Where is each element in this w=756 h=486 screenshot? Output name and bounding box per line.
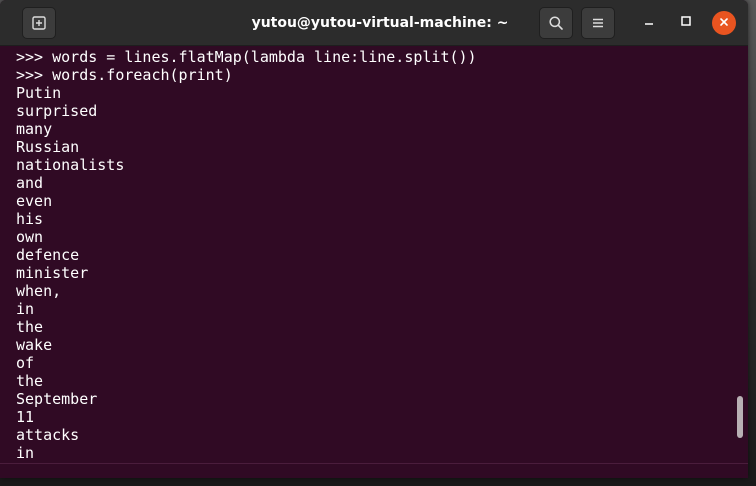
- close-button[interactable]: [712, 11, 736, 35]
- terminal-line: and: [16, 174, 44, 192]
- minimize-icon: [643, 14, 655, 32]
- scrollbar-thumb[interactable]: [737, 396, 743, 438]
- window-title: yutou@yutou-virtual-machine: ~: [251, 15, 509, 31]
- close-icon: [719, 14, 729, 32]
- search-button[interactable]: [539, 7, 573, 39]
- new-tab-icon: [31, 15, 47, 31]
- terminal-line: many: [16, 120, 53, 138]
- terminal-line: of: [16, 354, 35, 372]
- terminal-line: Putin: [16, 84, 62, 102]
- terminal-output[interactable]: >>> words = lines.flatMap(lambda line:li…: [0, 46, 748, 478]
- terminal-line: the: [16, 318, 44, 336]
- terminal-line: attacks: [16, 426, 80, 444]
- terminal-line: September: [16, 390, 98, 408]
- terminal-line: wake: [16, 336, 53, 354]
- terminal-window: yutou@yutou-virtual-machine: ~ >>> words…: [0, 0, 748, 478]
- maximize-button[interactable]: [674, 11, 698, 35]
- hamburger-menu-icon: [590, 15, 606, 31]
- terminal-line: surprised: [16, 102, 98, 120]
- terminal-line: when,: [16, 282, 62, 300]
- titlebar: yutou@yutou-virtual-machine: ~: [0, 0, 748, 46]
- search-icon: [548, 15, 564, 31]
- window-bottom-divider: [0, 463, 748, 464]
- terminal-line: own: [16, 228, 44, 246]
- terminal-line: >>> words = lines.flatMap(lambda line:li…: [16, 48, 477, 66]
- terminal-line: his: [16, 210, 44, 228]
- terminal-line: even: [16, 192, 53, 210]
- new-tab-button[interactable]: [22, 7, 56, 39]
- terminal-line: >>> words.foreach(print): [16, 66, 233, 84]
- terminal-line: defence: [16, 246, 80, 264]
- menu-button[interactable]: [581, 7, 615, 39]
- terminal-line: nationalists: [16, 156, 125, 174]
- terminal-line: in: [16, 300, 35, 318]
- terminal-line: minister: [16, 264, 89, 282]
- minimize-button[interactable]: [637, 11, 661, 35]
- terminal-line: 11: [16, 408, 35, 426]
- terminal-line: Russian: [16, 138, 80, 156]
- maximize-icon: [680, 14, 692, 32]
- terminal-line: in: [16, 444, 35, 462]
- terminal-line: the: [16, 372, 44, 390]
